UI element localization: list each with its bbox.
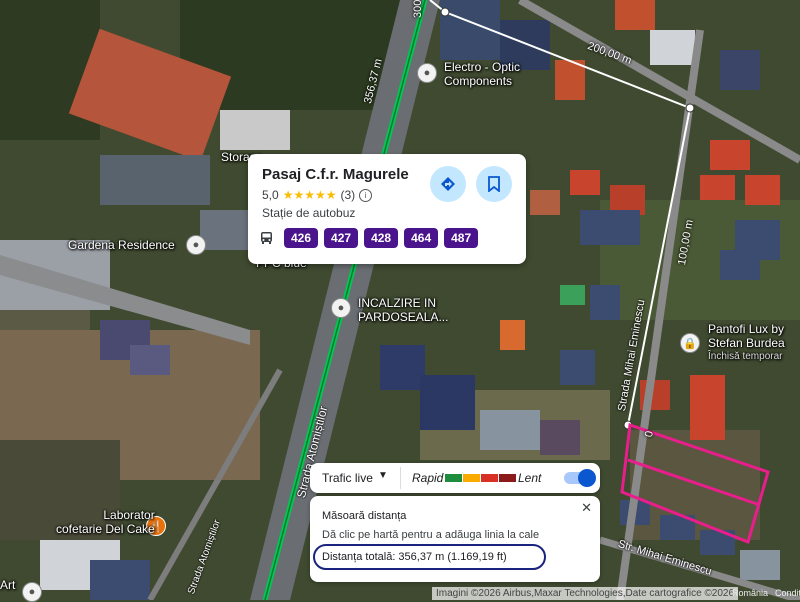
place-type: Stație de autobuz [262,206,356,220]
map-footer: Imagini ©2026 Airbus,Maxar Technologies,… [0,587,800,600]
location-pin-icon[interactable]: ● [331,298,351,318]
traffic-layer-bar: Trafic live ▼ Rapid Lent [310,463,600,493]
location-pin-icon[interactable]: ● [186,235,206,255]
poi-incalzire[interactable]: INCALZIRE IN PARDOSEALA... [358,296,448,324]
traffic-legend-slow: Lent [518,471,542,485]
bookmark-icon [488,176,500,192]
directions-icon [441,177,455,191]
close-icon[interactable]: ✕ [581,500,592,516]
bus-route-badge[interactable]: 487 [444,228,479,248]
shop-lock-icon[interactable]: 🔒 [680,333,700,353]
location-pin-icon[interactable]: ● [417,63,437,83]
country-label[interactable]: România [732,587,768,600]
bus-route-badge[interactable]: 428 [364,228,399,248]
bus-routes: 426 427 428 464 487 [260,228,479,248]
directions-button[interactable] [430,166,466,202]
poi-laborator-cofetarie[interactable]: Laborator cofetarie Del Cake [56,508,155,536]
traffic-dropdown[interactable]: Trafic live [322,471,373,485]
star-rating-icon: ★★★★★ [282,188,337,202]
traffic-legend-darkred [499,474,516,482]
traffic-legend-red [481,474,498,482]
save-button[interactable] [476,166,512,202]
rating-row: 5,0 ★★★★★ (3) i [262,188,373,202]
bus-route-badge[interactable]: 464 [404,228,439,248]
poi-pantofi-status: Închisă temporar [708,351,783,362]
measure-hint: Dă clic pe hartă pentru a adăuga linia l… [322,529,540,541]
measure-distance-card: Măsoară distanța ✕ Dă clic pe hartă pent… [310,496,600,582]
imagery-attribution: Imagini ©2026 Airbus,Maxar Technologies,… [432,587,739,600]
review-count[interactable]: (3) [340,188,355,202]
place-info-card[interactable]: Pasaj C.f.r. Magurele 5,0 ★★★★★ (3) i St… [248,154,526,264]
poi-electro-optic[interactable]: Electro - Optic Components [444,60,520,88]
measure-title: Măsoară distanța [322,510,407,522]
rating-value: 5,0 [262,188,279,202]
measure-label-300: 300 [412,0,424,18]
bus-icon [260,231,274,245]
traffic-legend-fast: Rapid [412,471,444,485]
traffic-legend-yellow [463,474,480,482]
place-name[interactable]: Pasaj C.f.r. Magurele [262,166,409,183]
info-icon[interactable]: i [359,188,373,202]
bus-route-badge[interactable]: 426 [284,228,319,248]
traffic-legend-green [445,474,462,482]
traffic-toggle[interactable] [564,469,596,487]
poi-gardena-residence[interactable]: Gardena Residence [68,238,175,252]
toggle-knob [578,469,596,487]
bus-route-badge[interactable]: 427 [324,228,359,248]
measure-total-distance: Distanța totală: 356,37 m (1.169,19 ft) [322,551,507,563]
terms-link[interactable]: Condiții [775,587,800,600]
divider [400,467,401,489]
poi-pantofi-lux[interactable]: Pantofi Lux by Stefan Burdea [708,322,785,350]
chevron-down-icon[interactable]: ▼ [378,470,388,481]
